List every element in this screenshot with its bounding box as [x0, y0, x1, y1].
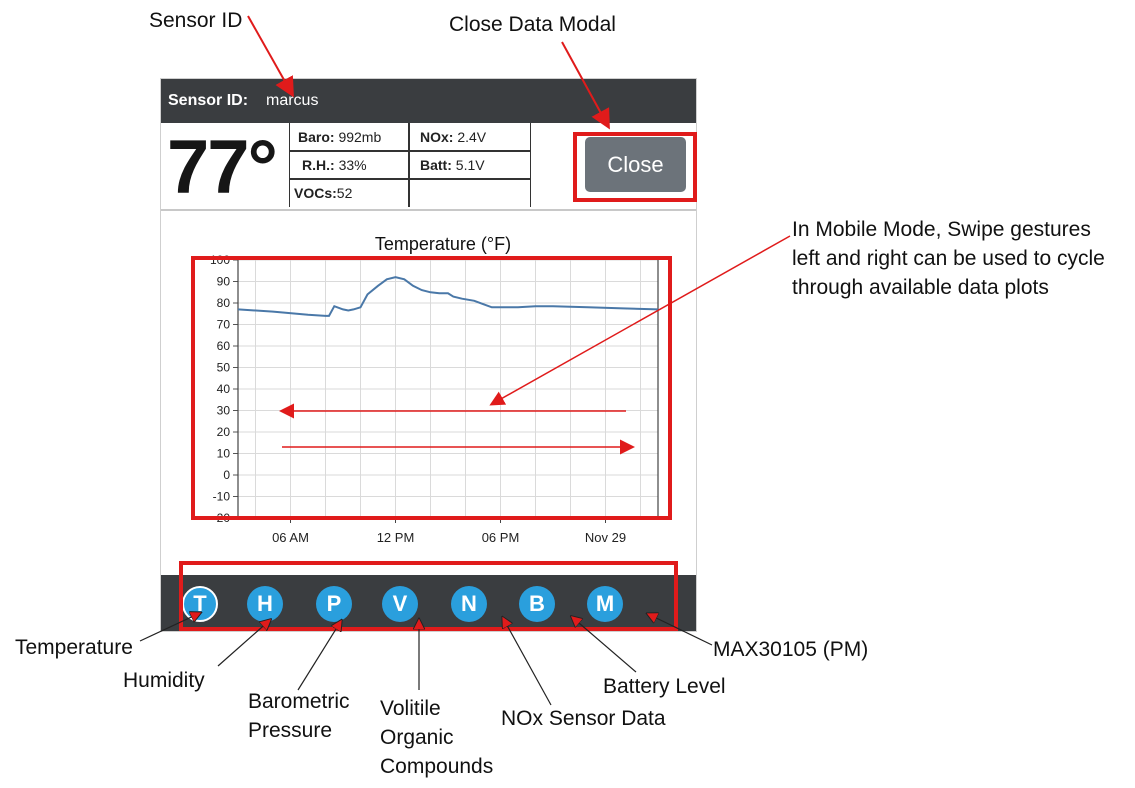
callout-voc-line-1: Volitile	[380, 697, 441, 720]
y-tick-label: 0	[223, 468, 230, 482]
callout-swipe-line-1: In Mobile Mode, Swipe gestures	[792, 218, 1091, 241]
y-tick-label: 30	[217, 404, 231, 418]
y-tick-label: -20	[213, 511, 231, 525]
y-tick-label: 100	[210, 253, 230, 267]
y-tick-label: 60	[217, 339, 231, 353]
y-tick-label: 40	[217, 382, 231, 396]
nav-button-h[interactable]: H	[247, 586, 283, 622]
sensor-data-modal: Sensor ID: marcus 77° Baro: 992mb NOx: 2…	[160, 78, 697, 632]
x-tick-label: Nov 29	[585, 530, 626, 545]
y-tick-label: 70	[217, 318, 231, 332]
callout-temperature: Temperature	[15, 636, 133, 659]
chart-title: Temperature (°F)	[375, 234, 511, 254]
callout-close-data-modal: Close Data Modal	[449, 13, 616, 36]
nav-button-m[interactable]: M	[587, 586, 623, 622]
nav-button-n[interactable]: N	[451, 586, 487, 622]
callout-baro-line-2: Pressure	[248, 719, 333, 742]
x-tick-label: 12 PM	[377, 530, 415, 545]
x-tick-label: 06 AM	[272, 530, 309, 545]
callout-battery: Battery Level	[603, 675, 726, 698]
nav-button-t[interactable]: T	[182, 586, 218, 622]
y-tick-label: 10	[217, 447, 231, 461]
nav-button-p[interactable]: P	[316, 586, 352, 622]
nav-button-v[interactable]: V	[382, 586, 418, 622]
callout-sensor-id: Sensor ID	[149, 9, 243, 32]
callout-baro-line-1: Barometric	[248, 690, 350, 713]
temperature-series-line	[237, 276, 659, 317]
callout-humidity: Humidity	[123, 669, 205, 692]
nav-button-b[interactable]: B	[519, 586, 555, 622]
callout-voc-line-3: Compounds	[380, 755, 494, 778]
callout-voc-line-2: Organic	[380, 726, 454, 749]
y-tick-label: 50	[217, 361, 231, 375]
y-tick-label: 90	[217, 275, 231, 289]
callout-nox: NOx Sensor Data	[501, 707, 666, 730]
callout-max30105: MAX30105 (PM)	[713, 638, 869, 661]
y-tick-label: -10	[213, 490, 231, 504]
plot-selector-bar: THPVNBM	[161, 575, 696, 631]
y-tick-label: 20	[217, 425, 231, 439]
temperature-chart[interactable]: Temperature (°F) -20 -10 0 10 20 30 40 50 60 70 80 9…	[161, 79, 696, 575]
callout-swipe-line-3: through available data plots	[792, 276, 1049, 299]
y-tick-label: 80	[217, 296, 231, 310]
callout-swipe-line-2: left and right can be used to cycle	[792, 247, 1105, 270]
x-tick-label: 06 PM	[482, 530, 520, 545]
